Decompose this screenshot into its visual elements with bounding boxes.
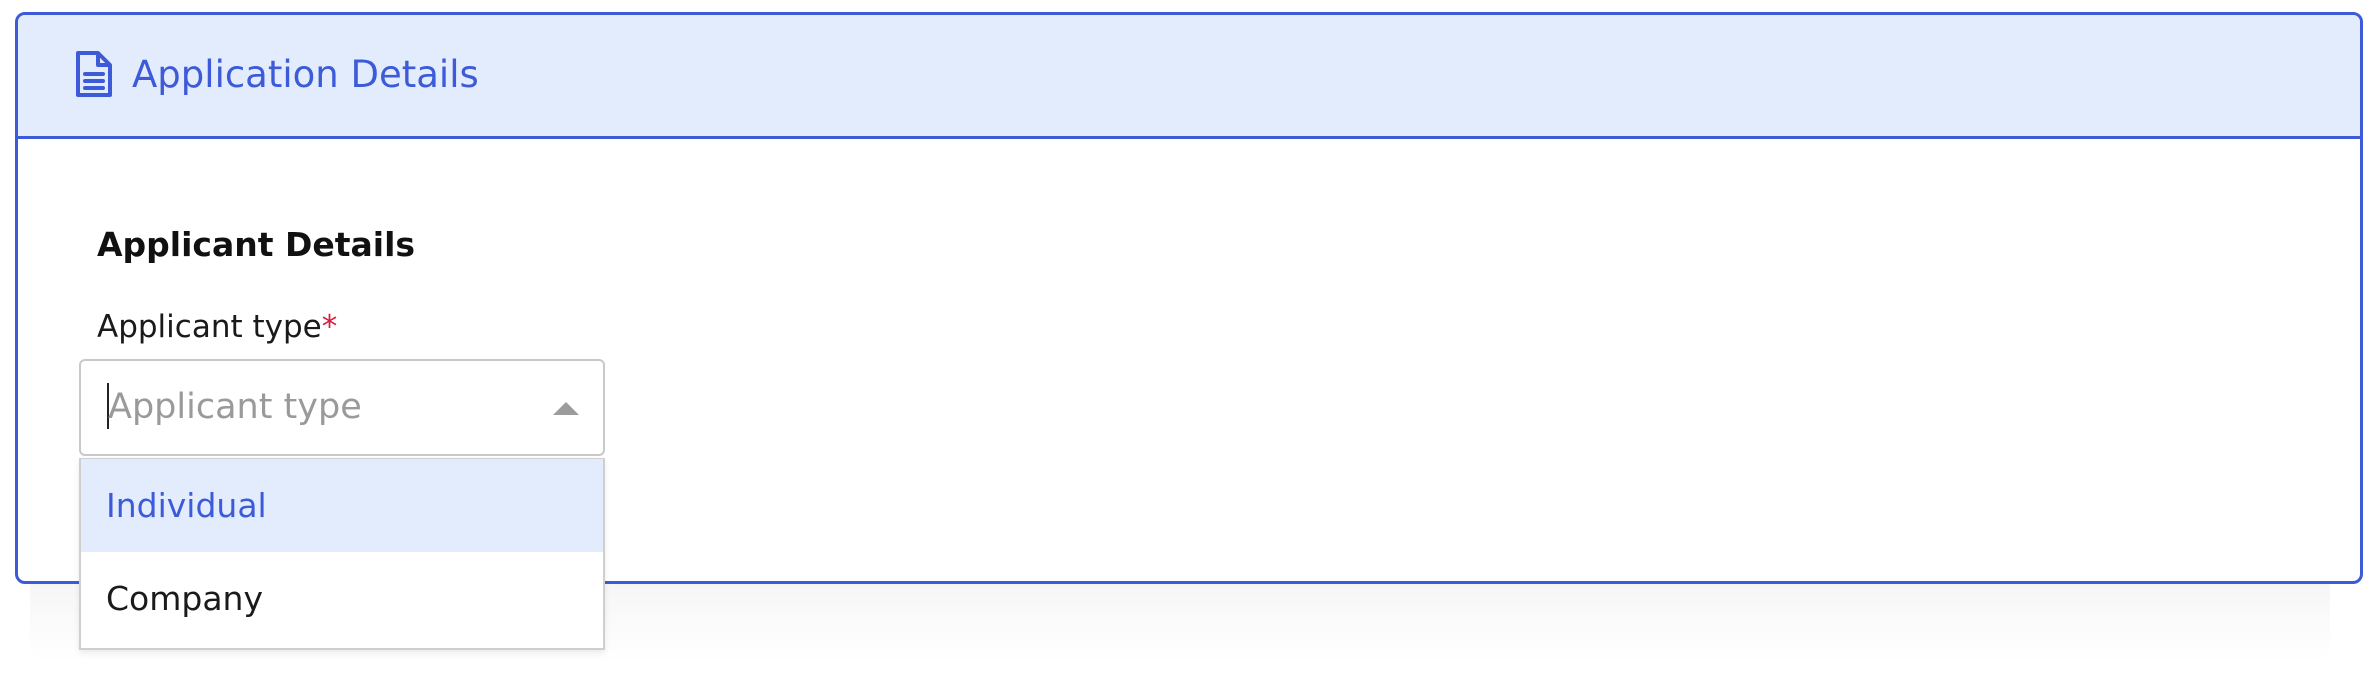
required-marker: * <box>321 309 338 345</box>
option-individual[interactable]: Individual <box>81 459 603 552</box>
option-company[interactable]: Company <box>81 552 603 645</box>
applicant-type-input[interactable] <box>108 375 528 439</box>
applicant-type-label: Applicant type* <box>97 305 337 349</box>
applicant-type-dropdown: Individual Company <box>79 458 605 650</box>
section-title: Applicant Details <box>97 225 416 264</box>
application-page: Application Details Applicant Details Ap… <box>0 0 2376 699</box>
card-title: Application Details <box>132 53 479 96</box>
applicant-type-label-text: Applicant type <box>97 309 322 345</box>
chevron-up-icon[interactable] <box>553 402 579 415</box>
document-icon <box>74 49 114 99</box>
applicant-type-select[interactable] <box>79 359 605 456</box>
card-header: Application Details <box>18 15 2360 139</box>
